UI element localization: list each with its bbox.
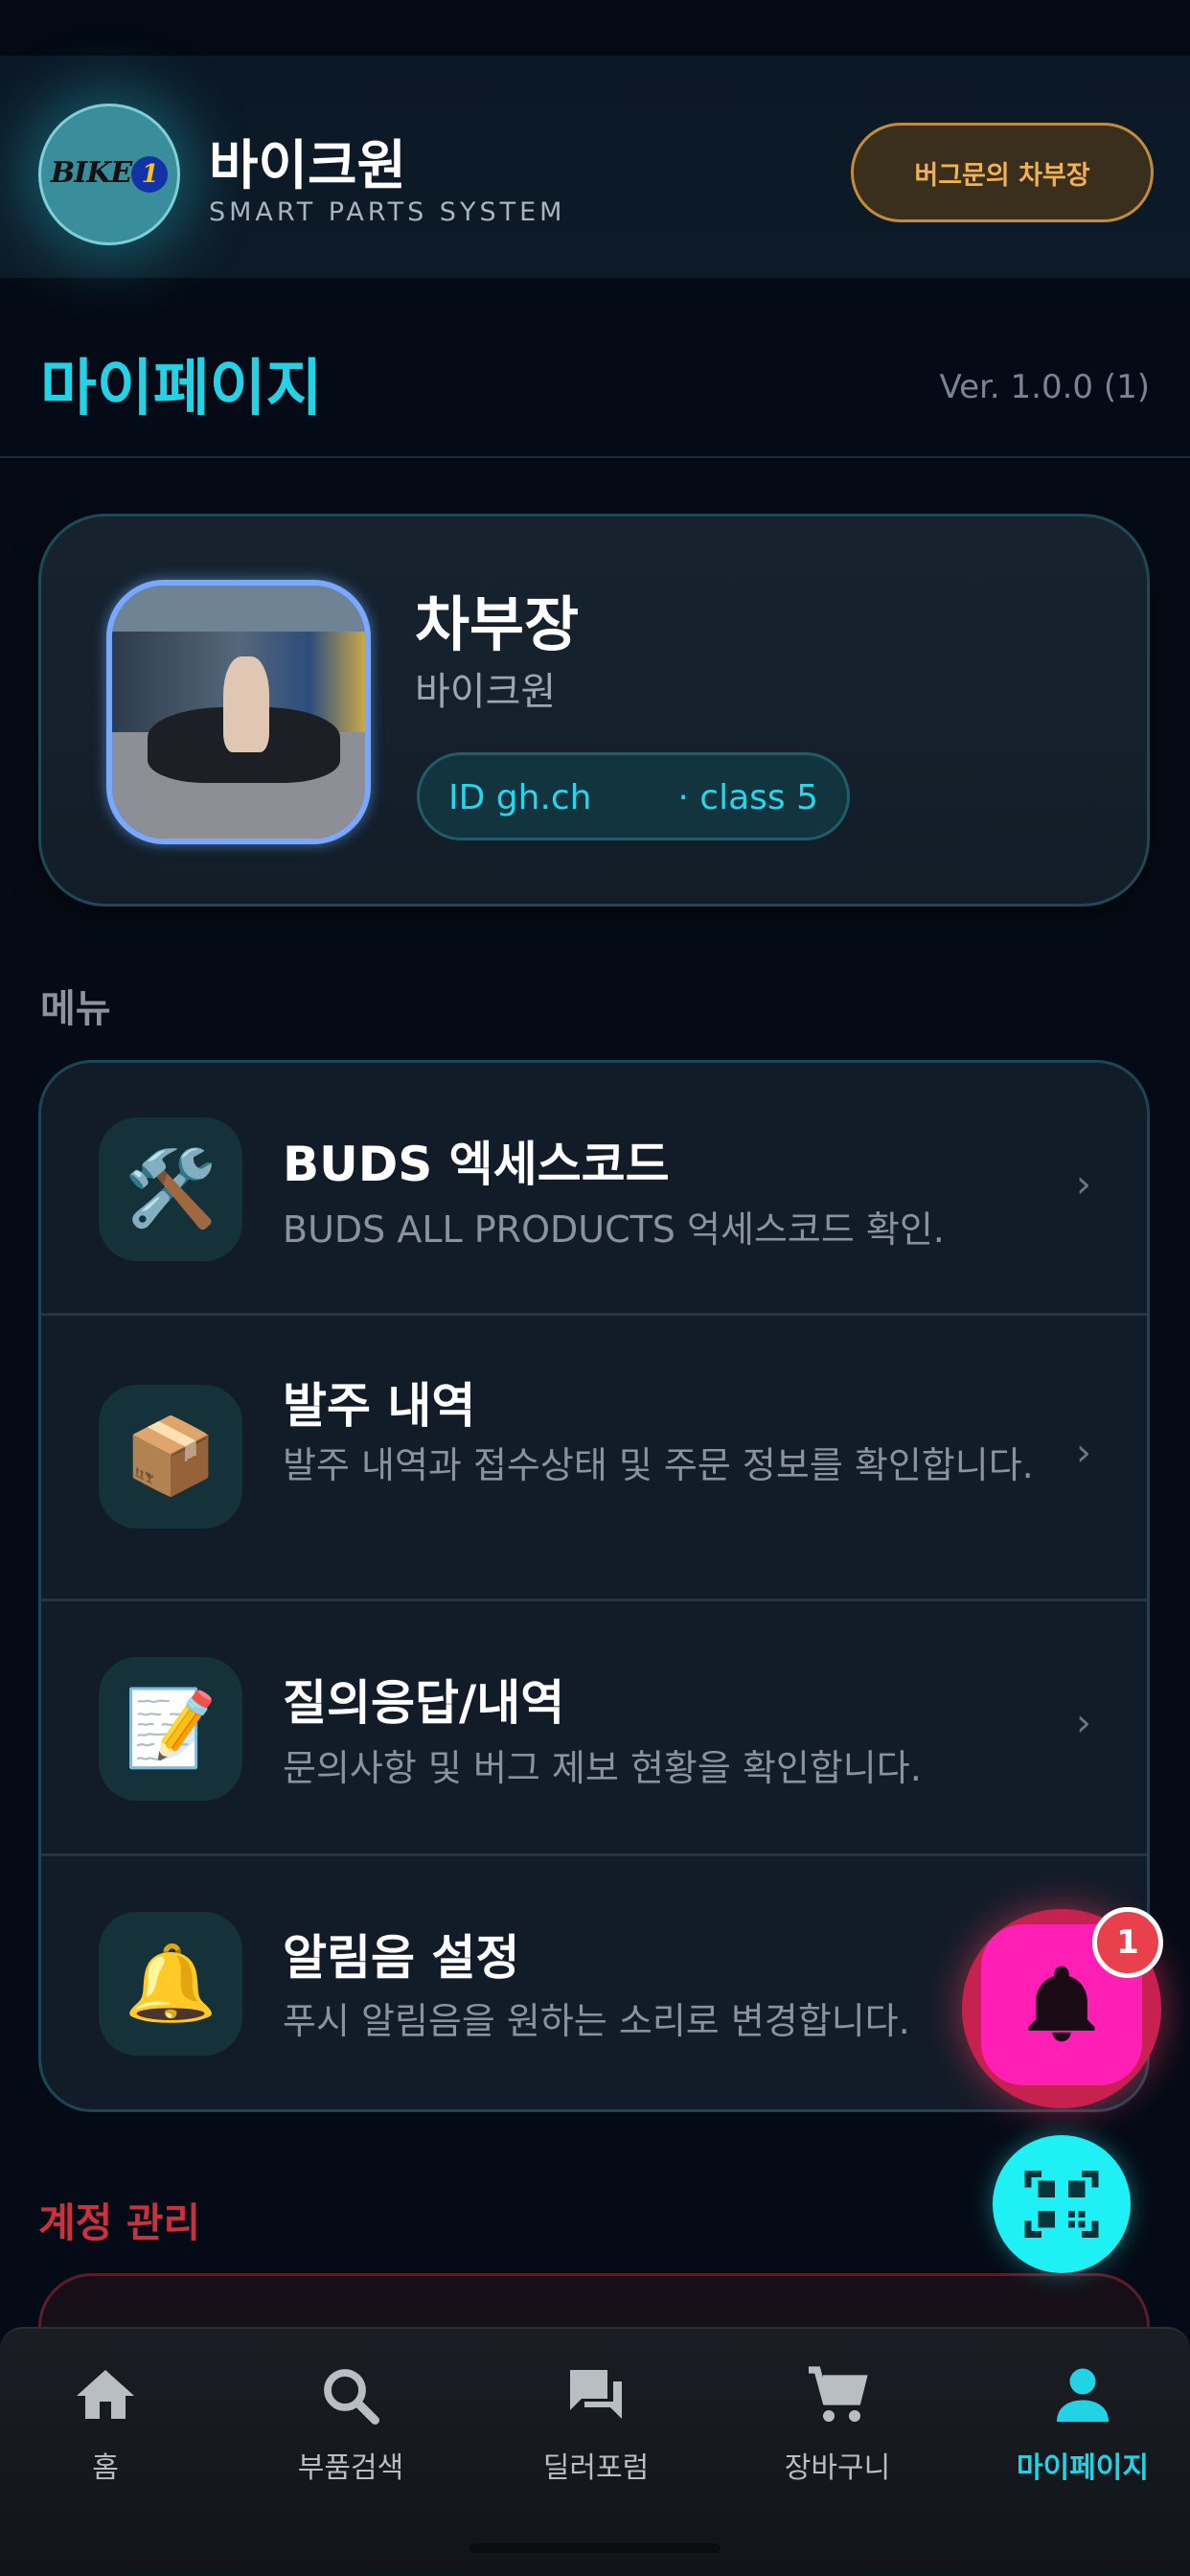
menu-item-title: 발주 내역 [283, 1378, 476, 1434]
menu-item-title: BUDS 엑세스코드 [283, 1137, 670, 1192]
page-header: 마이페이지 Ver. 1.0.0 (1) [0, 278, 1190, 458]
person-icon [1057, 2368, 1109, 2422]
brand-subtitle: SMART PARTS SYSTEM [209, 197, 566, 227]
app-logo[interactable]: BIKE 1 [38, 104, 180, 245]
cart-icon [809, 2366, 868, 2422]
chevron-right-icon: › [1076, 1431, 1091, 1475]
avatar[interactable] [106, 580, 371, 844]
logo-wordmark: BIKE 1 [51, 156, 169, 193]
package-icon: 📦 [99, 1385, 242, 1529]
profile-card[interactable]: 차부장 바이크원 ID gh.ch · class 5 [38, 514, 1150, 907]
nav-label: 마이페이지 [1017, 2451, 1149, 2485]
menu-item-desc: BUDS ALL PRODUCTS 억세스코드 확인. [283, 1208, 945, 1251]
menu-item-title: 알림음 설정 [283, 1930, 520, 1986]
menu-item-desc: 문의사항 및 버그 제보 현황을 확인합니다. [283, 1747, 922, 1789]
nav-label: 장바구니 [784, 2451, 891, 2485]
app-header: BIKE 1 바이크원 SMART PARTS SYSTEM 버그문의 차부장 [0, 56, 1190, 278]
account-section-label: 계정 관리 [38, 2199, 201, 2246]
brand-title: 바이크원 [209, 135, 407, 197]
user-id: ID gh.ch [448, 778, 592, 817]
nav-item-home[interactable]: 홈 [0, 2361, 224, 2505]
notification-count-badge: 1 [1092, 1907, 1163, 1978]
app-version: Ver. 1.0.0 (1) [939, 368, 1151, 406]
menu-section-label: 메뉴 [40, 987, 111, 1031]
hammer-wrench-icon: 🛠️ [99, 1117, 242, 1261]
nav-label: 홈 [92, 2451, 119, 2485]
home-icon [77, 2370, 134, 2419]
nav-item-mypage[interactable]: 마이페이지 [964, 2361, 1190, 2505]
nav-item-dealer-forum[interactable]: 딜러포럼 [477, 2361, 715, 2505]
user-class: · class 5 [677, 778, 818, 817]
profile-company: 바이크원 [415, 670, 557, 714]
qr-code-icon [1024, 2171, 1099, 2238]
qr-scan-button[interactable] [993, 2135, 1131, 2273]
chevron-right-icon: › [1076, 1701, 1091, 1745]
menu-item-desc: 발주 내역과 접수상태 및 주문 정보를 확인합니다. [283, 1444, 1034, 1486]
bell-icon: 🔔 [99, 1912, 242, 2056]
bug-report-user-chip[interactable]: 버그문의 차부장 [851, 123, 1154, 222]
nav-label: 부품검색 [297, 2451, 404, 2485]
home-indicator [469, 2543, 721, 2553]
chevron-right-icon: › [1076, 1162, 1091, 1207]
search-icon [324, 2369, 379, 2425]
nav-label: 딜러포럼 [542, 2451, 650, 2485]
profile-name: 차부장 [415, 589, 580, 659]
menu-item-desc: 푸시 알림음을 원하는 소리로 변경합니다. [283, 2000, 910, 2042]
status-bar [0, 0, 1190, 56]
memo-icon: 📝 [99, 1657, 242, 1801]
nav-item-cart[interactable]: 장바구니 [719, 2361, 956, 2505]
page-title: 마이페이지 [40, 354, 323, 425]
id-badge: ID gh.ch · class 5 [417, 752, 850, 840]
menu-item-buds-access-code[interactable]: 🛠️ BUDS 엑세스코드 BUDS ALL PRODUCTS 억세스코드 확인… [41, 1063, 1147, 1316]
forum-icon [570, 2370, 622, 2419]
menu-item-title: 질의응답/내역 [283, 1675, 565, 1731]
nav-item-parts-search[interactable]: 부품검색 [232, 2361, 469, 2505]
bell-icon [1028, 1966, 1095, 2042]
avatar-photo-person [223, 656, 269, 753]
menu-item-qna-history[interactable]: 📝 질의응답/내역 문의사항 및 버그 제보 현황을 확인합니다. › [41, 1601, 1147, 1856]
bottom-navigation: 홈 부품검색 딜러포럼 장바구니 마이페이지 [0, 2327, 1190, 2576]
menu-item-order-history[interactable]: 📦 발주 내역 발주 내역과 접수상태 및 주문 정보를 확인합니다. › [41, 1316, 1147, 1601]
